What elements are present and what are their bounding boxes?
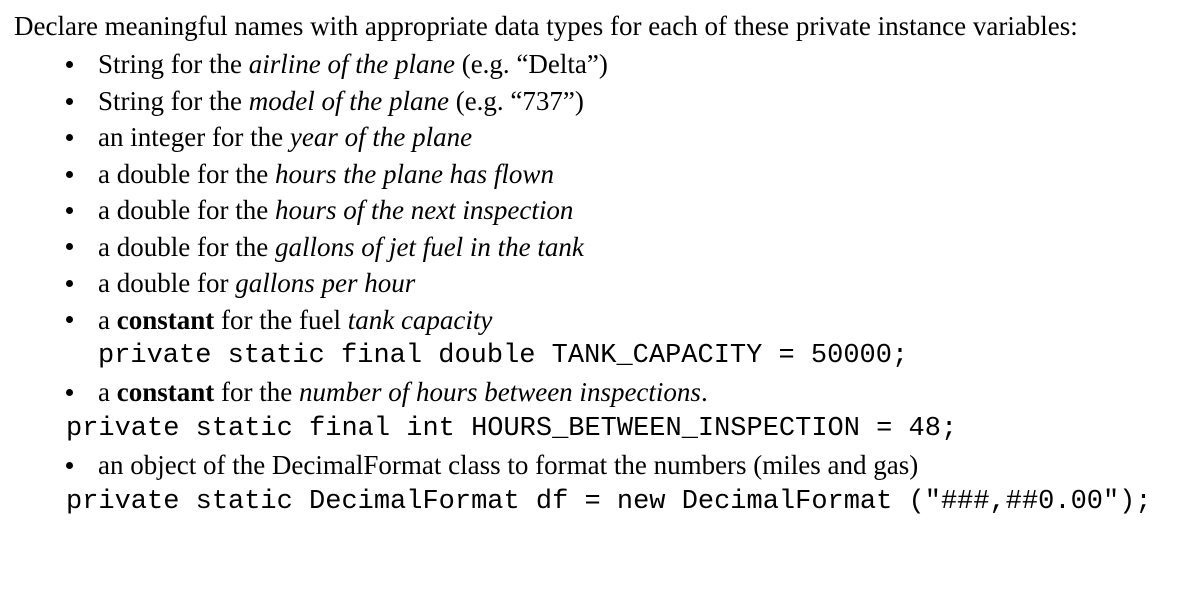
list-item: an object of the DecimalFormat class to … (66, 447, 1186, 520)
item-italic: tank capacity (348, 305, 493, 335)
intro-text: Declare meaningful names with appropriat… (14, 8, 1186, 44)
item-italic: year of the plane (290, 122, 472, 152)
item-italic: airline of the plane (249, 49, 455, 79)
code-line: private static final int HOURS_BETWEEN_I… (66, 411, 1186, 447)
code-line: private static DecimalFormat df = new De… (66, 484, 1186, 520)
list-item: a constant for the fuel tank capacity pr… (66, 302, 1186, 375)
list-item: a double for the gallons of jet fuel in … (66, 229, 1186, 265)
item-mid: for the (214, 377, 299, 407)
item-italic: gallons per hour (235, 268, 415, 298)
item-bold: constant (117, 377, 215, 407)
item-italic: gallons of jet fuel in the tank (275, 232, 584, 262)
list-item: String for the model of the plane (e.g. … (66, 83, 1186, 119)
item-prefix: an integer for the (98, 122, 290, 152)
item-mid: for the fuel (214, 305, 347, 335)
list-item: a double for the hours of the next inspe… (66, 192, 1186, 228)
item-italic: hours of the next inspection (275, 195, 573, 225)
requirements-list: String for the airline of the plane (e.g… (14, 46, 1186, 520)
item-italic: hours the plane has flown (275, 159, 554, 189)
item-prefix: String for the (98, 49, 249, 79)
item-italic: model of the plane (249, 86, 449, 116)
item-prefix: a double for (98, 268, 235, 298)
item-prefix: a (98, 305, 117, 335)
item-italic: number of hours between inspections (299, 377, 701, 407)
list-item: a constant for the number of hours betwe… (66, 374, 1186, 447)
item-suffix: (e.g. “Delta”) (455, 49, 608, 79)
list-item: a double for gallons per hour (66, 265, 1186, 301)
item-prefix: a double for the (98, 159, 275, 189)
item-suffix: . (701, 377, 708, 407)
list-item: a double for the hours the plane has flo… (66, 156, 1186, 192)
item-prefix: an object of the DecimalFormat class to … (98, 450, 918, 480)
item-suffix: (e.g. “737”) (449, 86, 584, 116)
list-item: String for the airline of the plane (e.g… (66, 46, 1186, 82)
item-prefix: a double for the (98, 195, 275, 225)
code-line: private static final double TANK_CAPACIT… (98, 338, 1186, 374)
item-bold: constant (117, 305, 215, 335)
item-prefix: a double for the (98, 232, 275, 262)
item-prefix: String for the (98, 86, 249, 116)
list-item: an integer for the year of the plane (66, 119, 1186, 155)
item-prefix: a (98, 377, 117, 407)
